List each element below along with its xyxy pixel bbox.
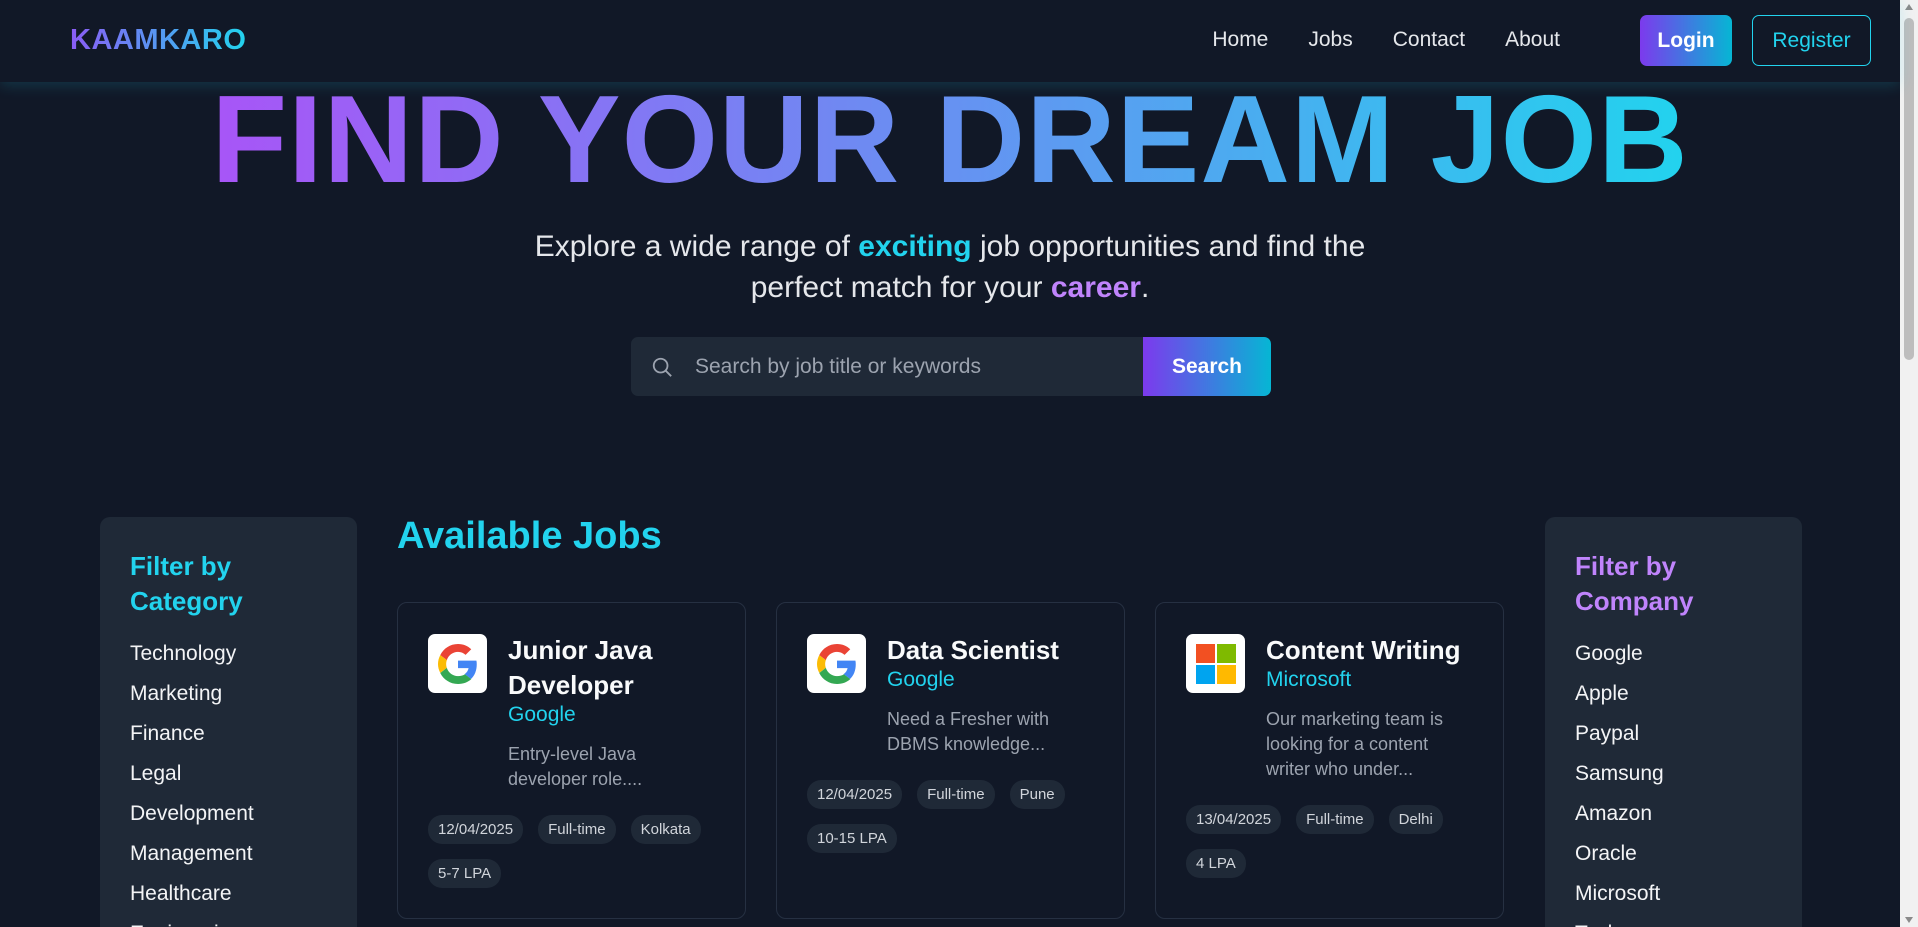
job-company: Google — [508, 703, 576, 726]
salary-tag: 5-7 LPA — [428, 859, 502, 888]
company-item[interactable]: Amazon — [1575, 794, 1772, 834]
microsoft-logo-icon — [1186, 634, 1245, 693]
type-tag: Full-time — [538, 815, 616, 844]
job-tags: 12/04/2025 Full-time Pune 10-15 LPA — [807, 780, 1107, 853]
scroll-thumb[interactable] — [1904, 18, 1914, 360]
search-input[interactable] — [695, 337, 1135, 396]
job-description: Our marketing team is looking for a cont… — [1266, 709, 1444, 779]
location-tag: Delhi — [1388, 805, 1443, 834]
type-tag: Full-time — [1296, 805, 1374, 834]
nav-about[interactable]: About — [1505, 28, 1560, 52]
location-tag: Kolkata — [630, 815, 701, 844]
category-item[interactable]: Healthcare — [130, 874, 327, 914]
company-item[interactable]: Google — [1575, 634, 1772, 674]
hero-title: FIND YOUR DREAM JOB — [211, 71, 1689, 209]
nav-contact[interactable]: Contact — [1393, 28, 1465, 52]
date-tag: 12/04/2025 — [807, 780, 903, 809]
job-company: Google — [887, 668, 955, 691]
job-title[interactable]: Junior Java Developer — [508, 633, 728, 703]
search-button[interactable]: Search — [1143, 337, 1271, 396]
category-item[interactable]: Management — [130, 834, 327, 874]
job-card[interactable]: Data Scientist Google Need a Fresher wit… — [776, 602, 1125, 919]
job-tags: 12/04/2025 Full-time Kolkata 5-7 LPA — [428, 815, 728, 888]
scroll-up-icon[interactable] — [1905, 4, 1913, 10]
job-description: Need a Fresher with DBMS knowledge... — [887, 709, 1050, 754]
company-item[interactable]: Tesla — [1575, 914, 1772, 927]
hero-subtitle: Explore a wide range of exciting job opp… — [534, 230, 1366, 304]
category-item[interactable]: Technology — [130, 634, 327, 674]
job-title[interactable]: Data Scientist — [887, 633, 1107, 668]
salary-tag: 10-15 LPA — [807, 824, 897, 853]
category-item[interactable]: Legal — [130, 754, 327, 794]
company-item[interactable]: Paypal — [1575, 714, 1772, 754]
company-item[interactable]: Apple — [1575, 674, 1772, 714]
company-item[interactable]: Microsoft — [1575, 874, 1772, 914]
nav-links: Home Jobs Contact About — [1212, 28, 1560, 52]
register-button[interactable]: Register — [1752, 15, 1871, 66]
date-tag: 13/04/2025 — [1186, 805, 1282, 834]
category-filter: Filter by Category Technology Marketing … — [100, 517, 357, 927]
search-bar — [631, 337, 1143, 396]
nav-jobs[interactable]: Jobs — [1308, 28, 1352, 52]
salary-tag: 4 LPA — [1186, 849, 1246, 878]
job-company: Microsoft — [1266, 668, 1352, 691]
login-button[interactable]: Login — [1640, 15, 1732, 66]
category-filter-title: Filter by Category — [130, 551, 243, 616]
scroll-down-icon[interactable] — [1905, 917, 1913, 923]
company-item[interactable]: Oracle — [1575, 834, 1772, 874]
category-item[interactable]: Finance — [130, 714, 327, 754]
job-title[interactable]: Content Writing — [1266, 633, 1486, 668]
navbar: KAAMKARO Home Jobs Contact About Login R… — [0, 0, 1900, 82]
company-filter-title: Filter by Company — [1575, 551, 1694, 616]
page-scrollbar[interactable] — [1900, 0, 1918, 927]
search-icon — [652, 357, 672, 377]
company-filter: Filter by Company Google Apple Paypal Sa… — [1545, 517, 1802, 927]
job-tags: 13/04/2025 Full-time Delhi 4 LPA — [1186, 805, 1486, 878]
category-item[interactable]: Marketing — [130, 674, 327, 714]
jobs-section-title: Available Jobs — [397, 515, 662, 557]
category-item[interactable]: Development — [130, 794, 327, 834]
location-tag: Pune — [1009, 780, 1065, 809]
google-logo-icon — [807, 634, 866, 693]
brand-logo[interactable]: KAAMKARO — [70, 24, 246, 57]
google-logo-icon — [428, 634, 487, 693]
company-item[interactable]: Samsung — [1575, 754, 1772, 794]
category-item[interactable]: Engineering — [130, 914, 327, 927]
job-card[interactable]: Junior Java Developer Google Entry-level… — [397, 602, 746, 919]
date-tag: 12/04/2025 — [428, 815, 524, 844]
type-tag: Full-time — [917, 780, 995, 809]
nav-home[interactable]: Home — [1212, 28, 1268, 52]
job-card[interactable]: Content Writing Microsoft Our marketing … — [1155, 602, 1504, 919]
job-description: Entry-level Java developer role.... — [508, 744, 643, 789]
